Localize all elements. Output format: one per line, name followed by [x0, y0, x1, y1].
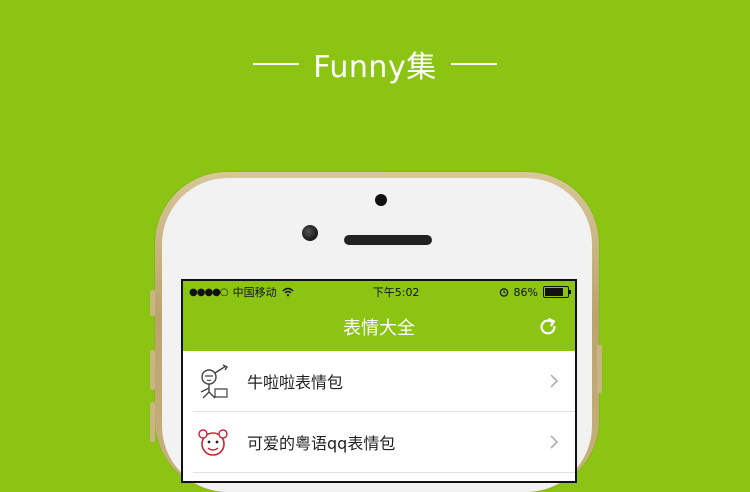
top-banner: Funny集: [0, 42, 750, 86]
phone-side-button: [150, 290, 155, 316]
list-item-label: 可爱的粤语qq表情包: [247, 434, 396, 453]
battery-icon: [542, 286, 571, 298]
proximity-sensor: [375, 194, 387, 206]
chevron-right-icon: [550, 435, 559, 449]
earpiece-speaker: [344, 235, 432, 245]
banner-title: Funny集: [313, 50, 437, 85]
banner-left-line: [253, 63, 300, 65]
phone-volume-up: [150, 350, 155, 390]
phone-power-button: [597, 345, 602, 393]
wifi-icon: [282, 287, 294, 297]
front-camera: [302, 225, 318, 241]
chevron-right-icon: [550, 374, 559, 388]
alarm-icon: [499, 288, 508, 297]
cartoon-face-icon: [198, 429, 228, 456]
banner-right-line: [450, 63, 497, 65]
nav-bar: 表情大全: [183, 303, 575, 351]
phone-volume-down: [150, 402, 155, 442]
battery-percent: 86%: [513, 285, 538, 299]
carrier-name: 中国移动: [232, 286, 277, 299]
nav-title: 表情大全: [343, 318, 415, 339]
list-item-label: 牛啦啦表情包: [247, 373, 344, 392]
list-item[interactable]: 可爱的粤语qq表情包: [193, 412, 575, 473]
list-item[interactable]: 牛啦啦表情包: [193, 351, 575, 412]
status-time: 下午5:02: [372, 286, 420, 299]
signal-strength: ●●●●○: [189, 286, 229, 298]
stick-figure-icon: [200, 364, 229, 399]
refresh-icon[interactable]: [537, 316, 559, 338]
status-bar: ●●●●○ 中国移动 下午5:02 86%: [183, 281, 575, 303]
phone-screen: ●●●●○ 中国移动 下午5:02 86% 表情大全 牛啦啦表情包 可爱的粤语q…: [181, 279, 577, 483]
